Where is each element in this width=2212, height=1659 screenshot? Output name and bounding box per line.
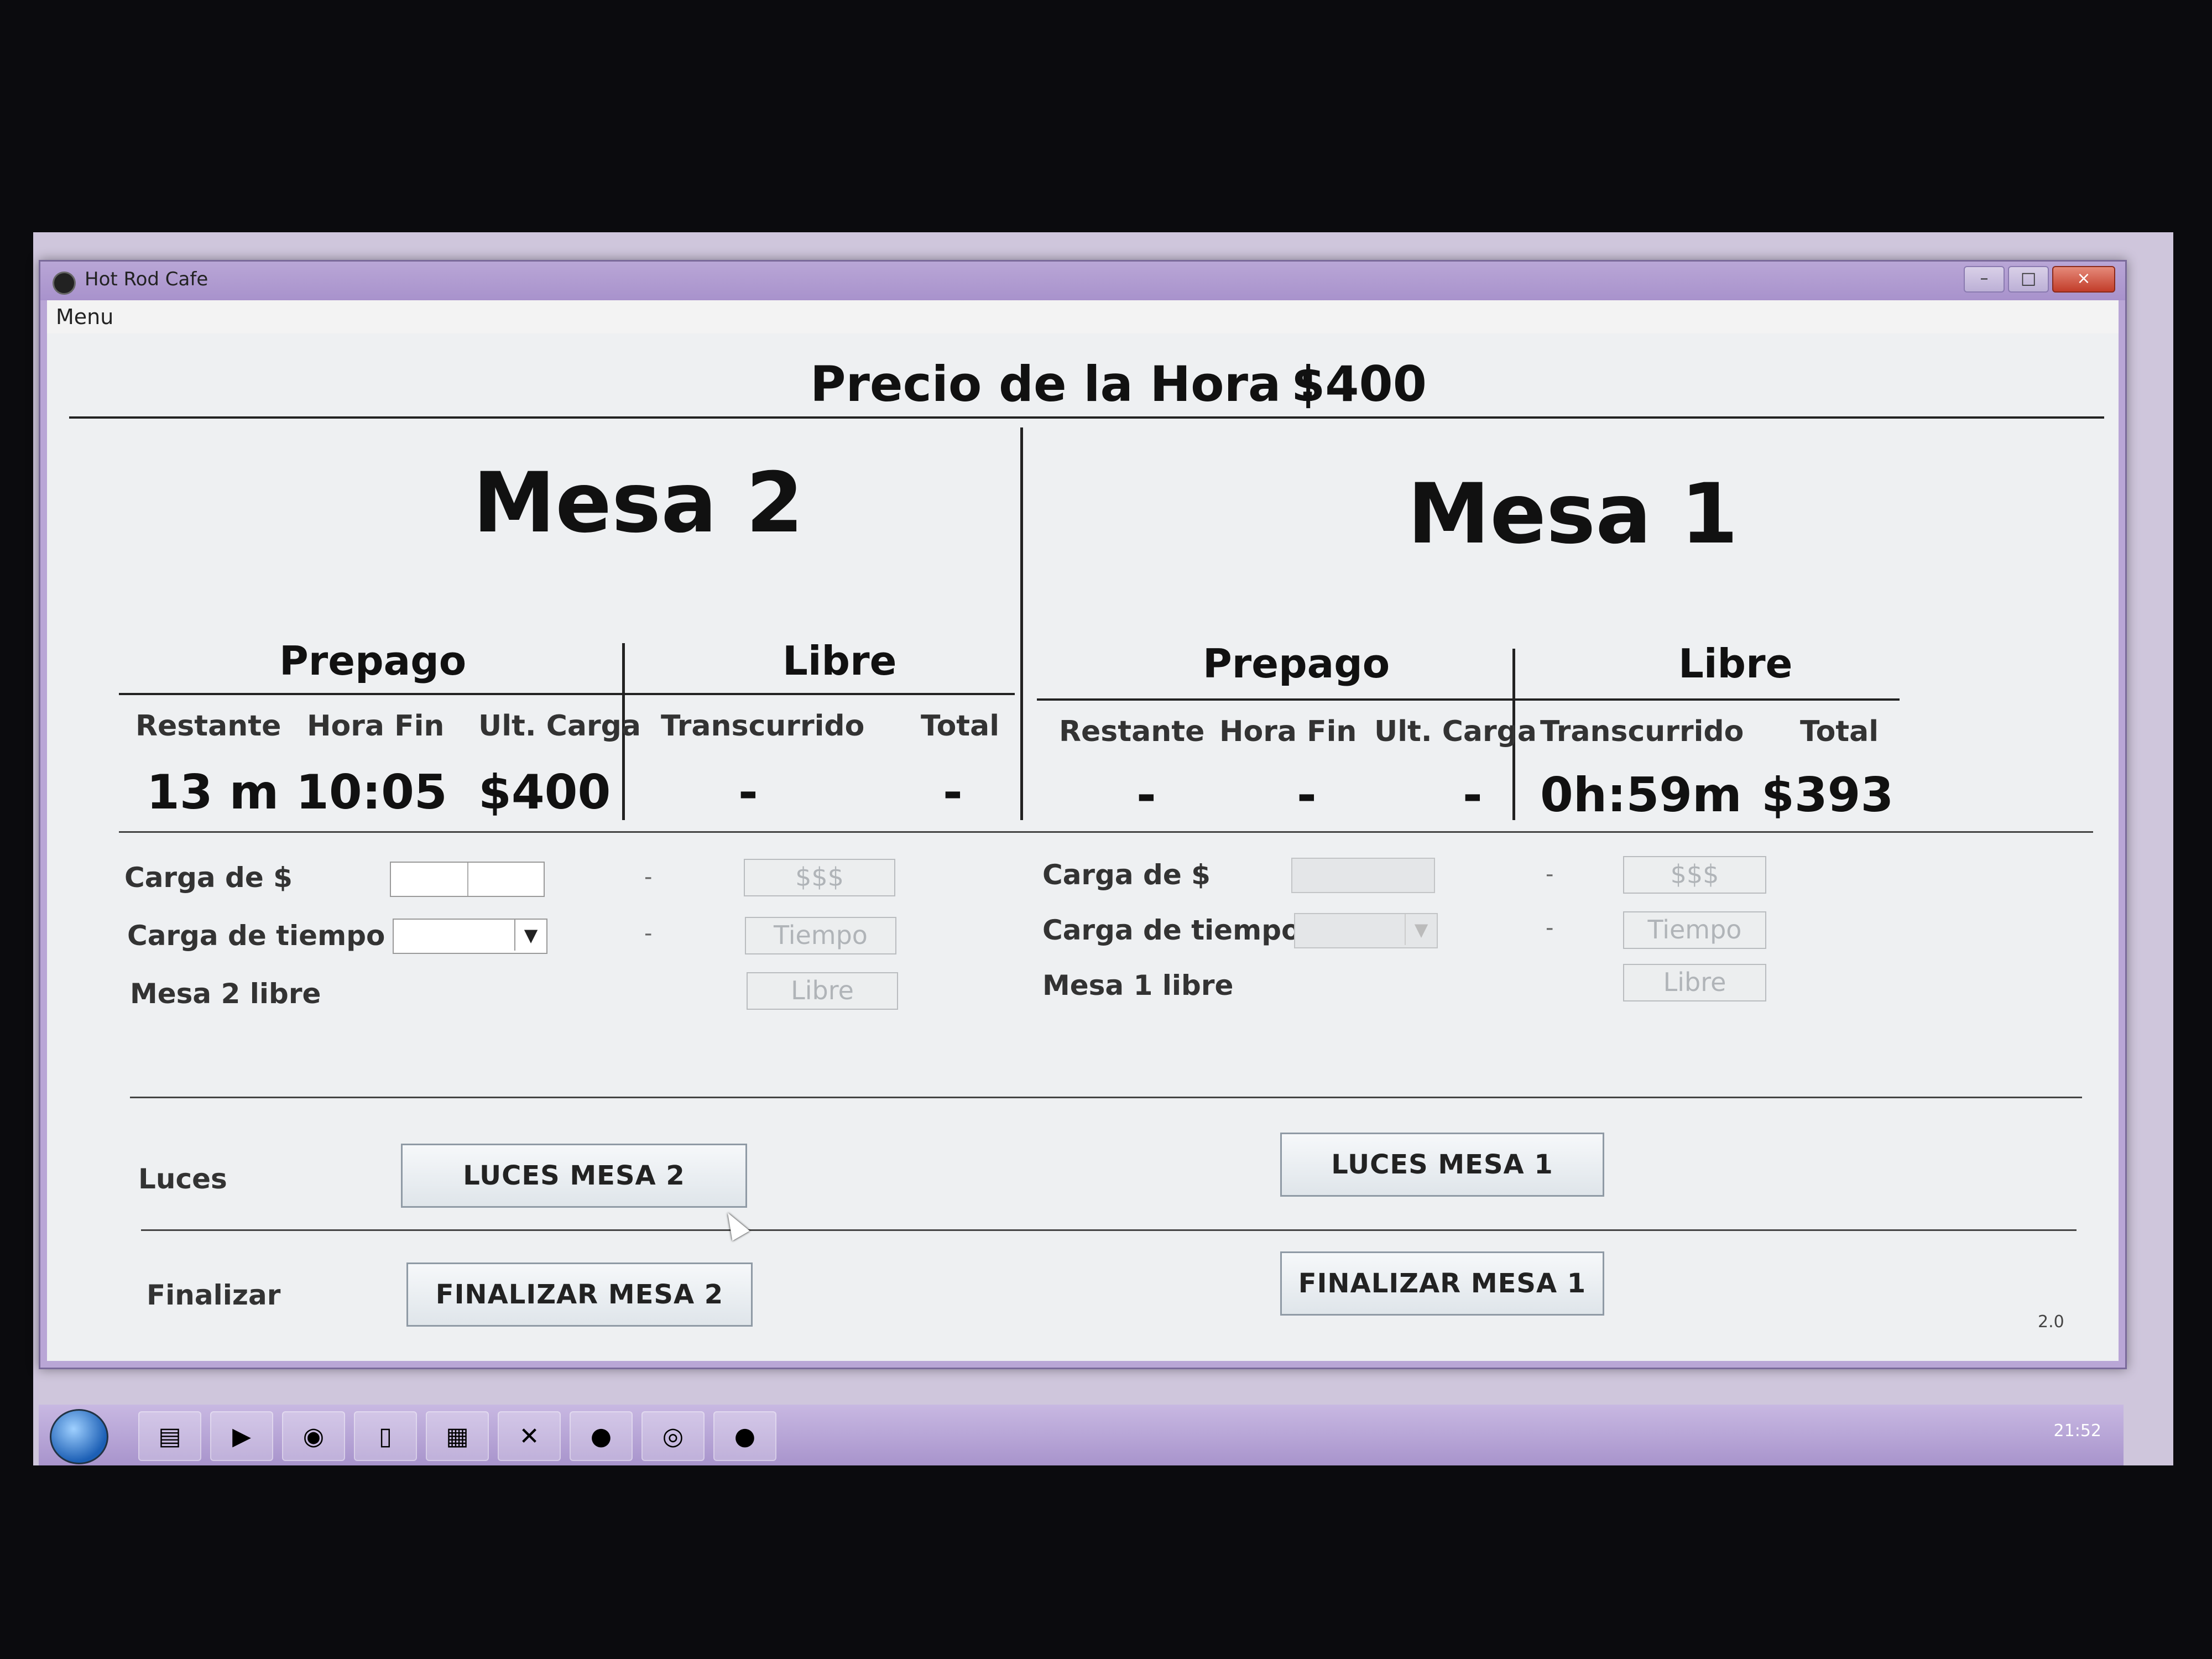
mesa1-transcurrido-value: 0h:59m xyxy=(1540,768,1742,823)
mesa2-col-restante: Restante xyxy=(135,709,281,743)
mesa2-section-underline xyxy=(119,693,1015,695)
mesa1-libre-heading: Libre xyxy=(1678,640,1793,687)
client-area: Precio de la Hora : $400 Mesa 2 Prepago … xyxy=(47,333,2119,1361)
window-controls: – □ × xyxy=(1964,266,2115,293)
chevron-down-icon[interactable]: ▼ xyxy=(1405,914,1437,945)
mesa1-col-hora-fin: Hora Fin xyxy=(1219,715,1357,748)
mesa2-libre-button[interactable]: Libre xyxy=(747,972,898,1010)
header-divider xyxy=(69,416,2104,419)
mesa1-carga-tiempo-select[interactable]: ▼ xyxy=(1294,913,1438,948)
media-player-icon[interactable]: ▶ xyxy=(210,1411,273,1461)
mesa1-section-underline xyxy=(1037,698,1900,701)
mesa2-col-transcurrido: Transcurrido xyxy=(661,709,865,743)
stats-divider xyxy=(119,831,2093,833)
pinterest-icon[interactable]: ● xyxy=(570,1411,633,1461)
app-8ball-icon[interactable]: ● xyxy=(713,1411,776,1461)
mesa1-carga-dinero-input[interactable] xyxy=(1291,858,1435,893)
luces-mesa2-button[interactable]: LUCES MESA 2 xyxy=(401,1144,747,1208)
mesa1-ult-carga-value: - xyxy=(1463,768,1483,823)
luces-mesa1-button[interactable]: LUCES MESA 1 xyxy=(1280,1133,1604,1197)
finalizar-label: Finalizar xyxy=(147,1279,281,1311)
mesa2-col-hora-fin: Hora Fin xyxy=(307,709,445,743)
spotify-icon[interactable]: ◎ xyxy=(641,1411,705,1461)
chrome-icon[interactable]: ◉ xyxy=(282,1411,345,1461)
maximize-button[interactable]: □ xyxy=(2008,266,2049,293)
mesa1-col-restante: Restante xyxy=(1059,715,1205,748)
price-value: $400 xyxy=(1291,356,1427,413)
close-button[interactable]: × xyxy=(2052,266,2115,293)
taskbar: ▤ ▶ ◉ ▯ ▦ ✕ ● ◎ ● 21:52 xyxy=(39,1405,2124,1465)
mesa1-libre-button[interactable]: Libre xyxy=(1623,964,1766,1001)
finalizar-mesa2-button[interactable]: FINALIZAR MESA 2 xyxy=(406,1262,753,1327)
mesa2-carga-dinero-dash: - xyxy=(644,864,653,890)
mesa2-carga-tiempo-label: Carga de tiempo xyxy=(127,920,385,952)
menu-bar: Menu xyxy=(47,300,2119,334)
mesa2-carga-tiempo-select[interactable]: ▼ xyxy=(393,919,547,954)
mesa1-libre-label: Mesa 1 libre xyxy=(1042,969,1234,1001)
mesa2-carga-dinero-input[interactable] xyxy=(390,862,545,897)
mesa1-title: Mesa 1 xyxy=(1407,466,1739,562)
mesa2-total-value: - xyxy=(943,765,963,820)
mesa2-restante-value: 13 m xyxy=(147,765,279,820)
mesa2-title: Mesa 2 xyxy=(473,455,804,551)
mesa1-prepago-heading: Prepago xyxy=(1203,640,1390,687)
app-icon xyxy=(53,272,76,295)
price-label: Precio de la Hora : xyxy=(810,356,1318,413)
mesa1-hora-fin-value: - xyxy=(1297,768,1317,823)
mesa2-hora-fin-value: 10:05 xyxy=(296,765,447,820)
menu-item-menu[interactable]: Menu xyxy=(56,305,113,329)
mesa1-col-ult-carga: Ult. Carga xyxy=(1374,715,1537,748)
mesa2-col-ult-carga: Ult. Carga xyxy=(478,709,641,743)
luces-divider xyxy=(141,1229,2077,1231)
form-divider xyxy=(130,1097,2082,1098)
mesa2-ult-carga-value: $400 xyxy=(478,765,611,820)
mesa1-carga-dinero-label: Carga de $ xyxy=(1042,859,1211,891)
mesa1-carga-dinero-button[interactable]: $$$ xyxy=(1623,856,1766,894)
mesa1-total-value: $393 xyxy=(1761,768,1894,823)
mesa2-carga-dinero-button[interactable]: $$$ xyxy=(744,859,895,896)
window-title: Hot Rod Cafe xyxy=(85,268,208,290)
chevron-down-icon[interactable]: ▼ xyxy=(514,920,546,951)
powerpoint-icon[interactable]: ▦ xyxy=(426,1411,489,1461)
mesa2-prepago-heading: Prepago xyxy=(279,638,467,684)
finalizar-mesa1-button[interactable]: FINALIZAR MESA 1 xyxy=(1280,1251,1604,1316)
mesa2-carga-tiempo-dash: - xyxy=(644,921,653,946)
version-label: 2.0 xyxy=(2038,1312,2064,1332)
windows-start-icon[interactable] xyxy=(50,1409,108,1464)
mesa2-libre-label: Mesa 2 libre xyxy=(130,978,321,1010)
luces-label: Luces xyxy=(138,1163,227,1195)
notepad-icon[interactable]: ▯ xyxy=(354,1411,417,1461)
mesa2-transcurrido-value: - xyxy=(738,765,758,820)
system-tray-clock[interactable]: 21:52 xyxy=(2054,1421,2101,1441)
mesa-divider xyxy=(1020,427,1023,820)
excel-icon[interactable]: ✕ xyxy=(498,1411,561,1461)
mesa2-col-total: Total xyxy=(921,709,1000,743)
mesa2-carga-dinero-label: Carga de $ xyxy=(124,862,293,894)
mesa2-carga-tiempo-button[interactable]: Tiempo xyxy=(745,917,896,954)
mesa1-carga-tiempo-button[interactable]: Tiempo xyxy=(1623,911,1766,949)
app-window: Hot Rod Cafe – □ × Menu Precio de la Hor… xyxy=(39,260,2127,1369)
minimize-button[interactable]: – xyxy=(1964,266,2005,293)
mesa1-carga-tiempo-dash: - xyxy=(1546,915,1554,941)
title-bar[interactable]: Hot Rod Cafe – □ × xyxy=(40,262,2125,300)
mesa1-carga-tiempo-label: Carga de tiempo xyxy=(1042,914,1301,946)
mesa1-col-total: Total xyxy=(1800,715,1879,748)
folder-icon[interactable]: ▤ xyxy=(138,1411,201,1461)
mesa1-col-transcurrido: Transcurrido xyxy=(1540,715,1744,748)
mesa1-carga-dinero-dash: - xyxy=(1546,862,1554,887)
mesa1-restante-value: - xyxy=(1136,768,1156,823)
mesa2-libre-heading: Libre xyxy=(782,638,897,684)
